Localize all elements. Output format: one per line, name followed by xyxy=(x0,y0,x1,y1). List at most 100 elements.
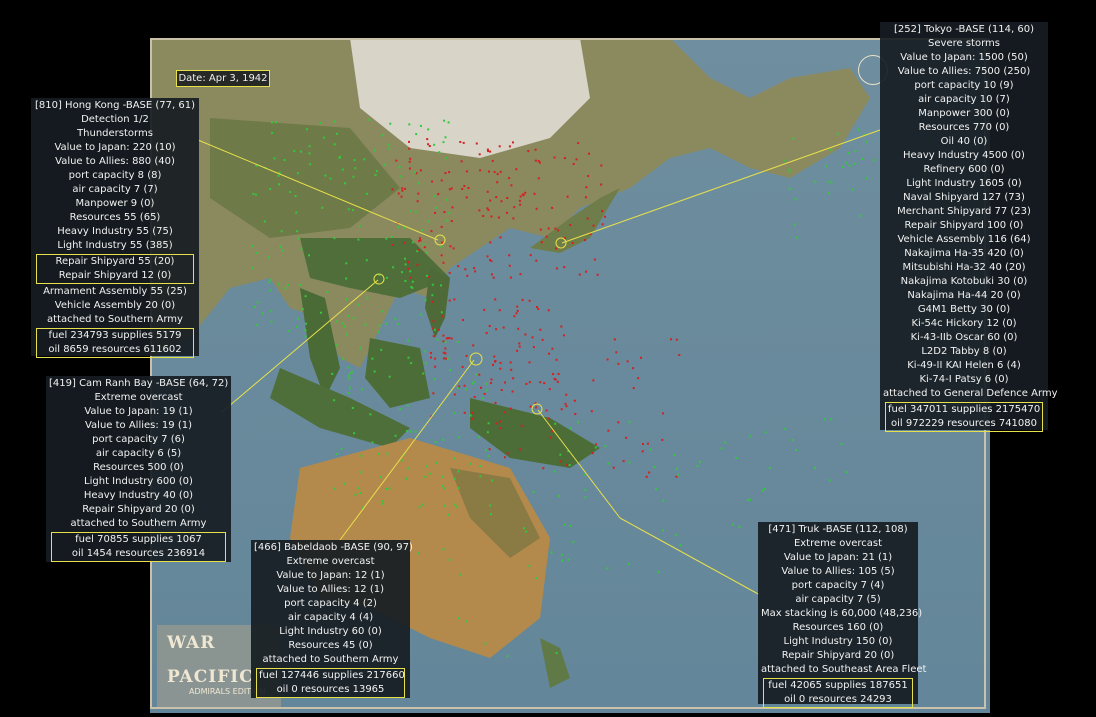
unit-marker[interactable] xyxy=(278,171,281,174)
unit-marker[interactable] xyxy=(823,418,826,421)
unit-marker[interactable] xyxy=(398,166,401,168)
unit-marker[interactable] xyxy=(585,270,588,273)
unit-marker[interactable] xyxy=(489,150,492,153)
unit-marker[interactable] xyxy=(484,382,487,385)
unit-marker[interactable] xyxy=(793,223,796,226)
unit-marker[interactable] xyxy=(445,357,447,360)
unit-marker[interactable] xyxy=(498,309,501,312)
unit-marker[interactable] xyxy=(486,431,489,434)
unit-marker[interactable] xyxy=(418,506,421,509)
unit-marker[interactable] xyxy=(593,258,596,261)
unit-marker[interactable] xyxy=(400,459,403,462)
unit-marker[interactable] xyxy=(534,402,537,405)
unit-marker[interactable] xyxy=(450,220,453,222)
unit-marker[interactable] xyxy=(432,319,435,322)
unit-marker[interactable] xyxy=(458,573,461,576)
unit-marker[interactable] xyxy=(407,339,410,342)
unit-marker[interactable] xyxy=(308,254,310,257)
unit-marker[interactable] xyxy=(388,487,391,490)
unit-marker[interactable] xyxy=(469,462,472,465)
unit-marker[interactable] xyxy=(873,159,876,162)
unit-marker[interactable] xyxy=(430,352,432,355)
unit-marker[interactable] xyxy=(825,165,827,168)
unit-marker[interactable] xyxy=(587,175,590,177)
unit-marker[interactable] xyxy=(378,273,381,276)
unit-marker[interactable] xyxy=(518,199,521,202)
unit-marker[interactable] xyxy=(396,323,399,325)
unit-marker[interactable] xyxy=(584,196,587,199)
unit-marker[interactable] xyxy=(518,342,521,345)
unit-marker[interactable] xyxy=(506,197,509,199)
unit-marker[interactable] xyxy=(558,495,560,498)
unit-marker[interactable] xyxy=(445,337,448,340)
unit-marker[interactable] xyxy=(273,157,276,160)
unit-marker[interactable] xyxy=(788,170,791,173)
unit-marker[interactable] xyxy=(536,306,538,308)
unit-marker[interactable] xyxy=(433,328,436,331)
unit-marker[interactable] xyxy=(406,404,409,407)
unit-marker[interactable] xyxy=(529,254,532,257)
unit-marker[interactable] xyxy=(518,448,521,451)
unit-marker[interactable] xyxy=(457,387,459,389)
unit-marker[interactable] xyxy=(416,263,419,266)
unit-marker[interactable] xyxy=(657,571,660,574)
unit-marker[interactable] xyxy=(333,143,336,146)
unit-marker[interactable] xyxy=(490,273,493,276)
unit-marker[interactable] xyxy=(396,222,399,225)
unit-marker[interactable] xyxy=(434,211,436,214)
unit-marker[interactable] xyxy=(345,277,348,280)
unit-marker[interactable] xyxy=(385,322,388,325)
unit-marker[interactable] xyxy=(606,358,609,361)
unit-marker[interactable] xyxy=(508,254,511,257)
unit-marker[interactable] xyxy=(281,249,284,252)
unit-marker[interactable] xyxy=(453,393,456,396)
unit-marker[interactable] xyxy=(278,183,280,186)
unit-marker[interactable] xyxy=(590,410,593,413)
unit-marker[interactable] xyxy=(575,158,578,161)
unit-marker[interactable] xyxy=(263,220,266,223)
unit-marker[interactable] xyxy=(305,128,308,131)
unit-marker[interactable] xyxy=(613,338,616,341)
unit-marker[interactable] xyxy=(500,200,503,203)
unit-marker[interactable] xyxy=(462,319,465,321)
unit-marker[interactable] xyxy=(420,313,423,316)
unit-marker[interactable] xyxy=(264,166,267,169)
unit-marker[interactable] xyxy=(698,461,701,464)
unit-marker[interactable] xyxy=(589,232,592,235)
unit-marker[interactable] xyxy=(366,297,369,300)
unit-marker[interactable] xyxy=(353,159,356,162)
unit-marker[interactable] xyxy=(479,169,482,172)
unit-marker[interactable] xyxy=(390,236,393,238)
unit-marker[interactable] xyxy=(403,241,406,244)
unit-marker[interactable] xyxy=(724,441,727,444)
unit-marker[interactable] xyxy=(300,248,303,251)
unit-marker[interactable] xyxy=(594,446,597,449)
unit-marker[interactable] xyxy=(592,224,595,227)
unit-marker[interactable] xyxy=(840,443,843,445)
unit-marker[interactable] xyxy=(478,373,481,376)
unit-marker[interactable] xyxy=(352,317,355,320)
unit-marker[interactable] xyxy=(348,377,351,380)
unit-marker[interactable] xyxy=(678,354,681,356)
unit-marker[interactable] xyxy=(670,338,672,341)
unit-marker[interactable] xyxy=(628,421,631,424)
unit-marker[interactable] xyxy=(385,237,388,240)
unit-marker[interactable] xyxy=(457,617,460,620)
unit-marker[interactable] xyxy=(329,177,332,180)
unit-marker[interactable] xyxy=(473,267,476,270)
unit-marker[interactable] xyxy=(428,145,431,147)
unit-marker[interactable] xyxy=(465,388,468,391)
unit-marker[interactable] xyxy=(397,192,400,195)
unit-marker[interactable] xyxy=(432,392,435,395)
unit-marker[interactable] xyxy=(509,276,512,279)
unit-marker[interactable] xyxy=(795,236,798,239)
unit-marker[interactable] xyxy=(529,405,532,408)
unit-marker[interactable] xyxy=(574,413,577,415)
unit-marker[interactable] xyxy=(515,312,518,315)
unit-marker[interactable] xyxy=(510,368,513,371)
unit-marker[interactable] xyxy=(427,128,430,131)
unit-marker[interactable] xyxy=(417,192,420,195)
unit-marker[interactable] xyxy=(296,230,299,233)
unit-marker[interactable] xyxy=(655,488,657,491)
unit-marker[interactable] xyxy=(359,347,362,350)
